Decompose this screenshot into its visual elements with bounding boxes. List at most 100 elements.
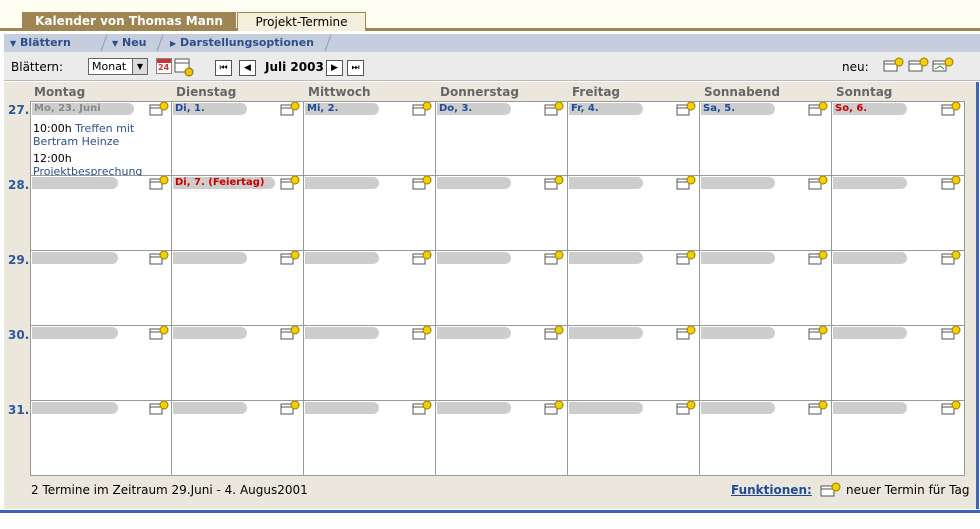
day-label[interactable]: Mi, 2.	[305, 103, 379, 115]
week-number[interactable]: 27.	[8, 103, 30, 117]
day-label[interactable]: Do, 3.	[437, 103, 511, 115]
day-label[interactable]	[305, 327, 379, 339]
new-appointment-icon[interactable]	[941, 401, 962, 415]
day-cell[interactable]	[700, 326, 832, 401]
new-appointment-icon[interactable]	[544, 176, 565, 190]
day-label[interactable]	[32, 252, 118, 264]
toolbar-neu[interactable]: ▼ Neu	[112, 36, 147, 49]
day-label[interactable]: So, 6.	[833, 103, 907, 115]
new-task-icon[interactable]	[908, 57, 930, 75]
functions-link[interactable]: Funktionen:	[731, 483, 812, 497]
day-label[interactable]	[833, 402, 907, 414]
new-appointment-icon[interactable]	[280, 401, 301, 415]
new-appointment-icon[interactable]	[280, 251, 301, 265]
day-cell[interactable]	[832, 176, 965, 251]
tab-calendar-thomas-mann[interactable]: Kalender von Thomas Mann	[22, 12, 236, 31]
new-appointment-icon[interactable]	[808, 176, 829, 190]
day-cell[interactable]: Mo, 23. Juni 10:00h Treffen mit Bertram H…	[30, 101, 172, 178]
day-label[interactable]	[32, 402, 118, 414]
new-appointment-icon[interactable]	[149, 102, 170, 116]
new-appointment-icon[interactable]	[412, 326, 433, 340]
first-period-button[interactable]: ⏮	[215, 60, 232, 76]
week-number[interactable]: 30.	[8, 328, 30, 342]
day-cell[interactable]: Sa, 5.	[700, 101, 832, 176]
view-select[interactable]: Monat ▼	[88, 58, 148, 75]
day-label[interactable]: Di, 7. (Feiertag)	[173, 177, 275, 189]
day-cell[interactable]	[436, 251, 568, 326]
new-appointment-icon[interactable]	[412, 176, 433, 190]
day-cell[interactable]	[304, 251, 436, 326]
last-period-button[interactable]: ⏭	[347, 60, 364, 76]
new-appointment-icon[interactable]	[149, 251, 170, 265]
new-appointment-icon[interactable]	[412, 401, 433, 415]
day-cell[interactable]	[832, 326, 965, 401]
day-label[interactable]	[305, 252, 379, 264]
appointment-entry[interactable]: 10:00h Treffen mit Bertram Heinze	[33, 122, 169, 148]
day-label[interactable]	[569, 402, 643, 414]
day-cell[interactable]	[30, 401, 172, 476]
day-cell[interactable]	[30, 251, 172, 326]
day-cell[interactable]: Fr, 4.	[568, 101, 700, 176]
new-appointment-icon[interactable]	[280, 326, 301, 340]
new-series-icon[interactable]	[932, 57, 956, 75]
day-label[interactable]	[32, 327, 118, 339]
new-appointment-icon[interactable]	[941, 176, 962, 190]
day-cell[interactable]	[568, 251, 700, 326]
day-cell[interactable]	[436, 401, 568, 476]
new-appointment-icon[interactable]	[941, 326, 962, 340]
day-label[interactable]	[32, 177, 118, 189]
calendar-pick-icon[interactable]	[174, 57, 194, 77]
new-appointment-icon[interactable]	[280, 176, 301, 190]
new-appointment-icon[interactable]	[808, 102, 829, 116]
day-label[interactable]	[701, 327, 775, 339]
new-appointment-icon[interactable]	[149, 401, 170, 415]
day-label[interactable]	[437, 327, 511, 339]
day-label[interactable]	[437, 177, 511, 189]
new-appointment-icon[interactable]	[808, 401, 829, 415]
day-label[interactable]	[305, 177, 379, 189]
day-cell[interactable]	[700, 251, 832, 326]
day-cell[interactable]	[172, 401, 304, 476]
day-label[interactable]	[569, 252, 643, 264]
day-cell[interactable]	[304, 401, 436, 476]
day-cell[interactable]	[304, 326, 436, 401]
new-appointment-icon[interactable]	[544, 326, 565, 340]
week-number[interactable]: 28.	[8, 178, 30, 192]
new-appointment-icon[interactable]	[544, 102, 565, 116]
day-cell[interactable]	[568, 326, 700, 401]
toolbar-blaettern[interactable]: ▼ Blättern	[10, 36, 71, 49]
toolbar-darstellungsoptionen[interactable]: ▶ Darstellungsoptionen	[170, 36, 314, 49]
day-cell[interactable]	[304, 176, 436, 251]
day-label[interactable]	[833, 252, 907, 264]
new-appointment-icon[interactable]	[808, 251, 829, 265]
day-label[interactable]	[437, 402, 511, 414]
day-cell[interactable]: Mi, 2.	[304, 101, 436, 176]
day-cell[interactable]	[832, 401, 965, 476]
day-label[interactable]	[569, 177, 643, 189]
new-appointment-icon[interactable]	[544, 251, 565, 265]
next-month-button[interactable]: ▶	[326, 60, 343, 76]
new-appointment-icon[interactable]	[676, 176, 697, 190]
day-label[interactable]: Di, 1.	[173, 103, 247, 115]
week-number[interactable]: 29.	[8, 253, 30, 267]
day-cell[interactable]	[436, 326, 568, 401]
day-label[interactable]	[173, 252, 247, 264]
new-appointment-icon[interactable]	[280, 102, 301, 116]
day-label[interactable]	[701, 402, 775, 414]
new-appointment-icon[interactable]	[808, 326, 829, 340]
week-number[interactable]: 31.	[8, 403, 30, 417]
day-cell[interactable]	[436, 176, 568, 251]
day-cell[interactable]	[568, 176, 700, 251]
day-cell[interactable]: Di, 1.	[172, 101, 304, 176]
day-cell[interactable]	[30, 326, 172, 401]
day-label[interactable]	[833, 177, 907, 189]
new-appointment-icon[interactable]	[149, 176, 170, 190]
day-label[interactable]	[173, 327, 247, 339]
day-label[interactable]	[569, 327, 643, 339]
day-label[interactable]	[701, 252, 775, 264]
new-appointment-icon[interactable]	[412, 251, 433, 265]
day-cell[interactable]	[700, 176, 832, 251]
day-label[interactable]	[437, 252, 511, 264]
day-cell[interactable]	[172, 251, 304, 326]
day-label[interactable]: Sa, 5.	[701, 103, 775, 115]
